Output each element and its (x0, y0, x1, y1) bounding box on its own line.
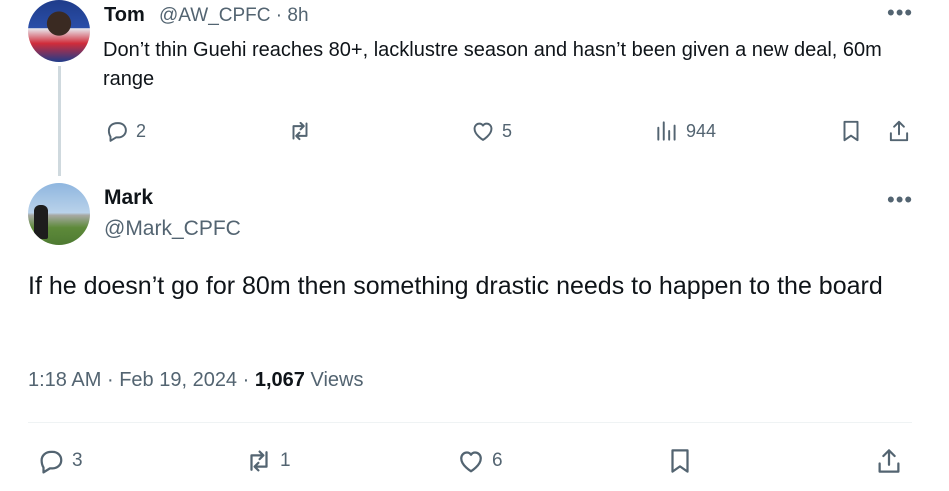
author-name[interactable]: Mark (104, 186, 153, 210)
reply-button[interactable]: 2 (104, 118, 146, 144)
more-options-button[interactable]: ••• (887, 189, 913, 211)
parent-timestamp[interactable]: 8h (287, 5, 308, 26)
divider (28, 422, 912, 423)
meta-separator: · (275, 5, 283, 26)
reply-icon (104, 118, 130, 144)
repost-icon (287, 118, 313, 144)
more-dots-icon: ••• (887, 0, 914, 25)
share-button[interactable] (886, 118, 912, 144)
heart-icon (456, 446, 486, 476)
thread-connector-line (58, 66, 61, 176)
repost-count: 1 (280, 450, 291, 471)
reply-button[interactable]: 3 (36, 446, 83, 476)
parent-author-meta: @AW_CPFC · 8h (159, 5, 309, 27)
repost-button[interactable] (287, 118, 313, 144)
tweet-time[interactable]: 1:18 AM (28, 369, 101, 391)
tweet-text: If he doesn’t go for 80m then something … (28, 272, 883, 300)
like-button[interactable]: 6 (456, 446, 503, 476)
avatar-tom[interactable] (28, 0, 90, 62)
heart-icon (470, 118, 496, 144)
bookmark-button[interactable] (665, 446, 695, 476)
views-label: Views (310, 369, 364, 391)
repost-button[interactable]: 1 (244, 446, 291, 476)
tweet-date[interactable]: Feb 19, 2024 (119, 369, 237, 391)
parent-author-name[interactable]: Tom (104, 4, 145, 27)
views-count[interactable]: 1,067 (255, 369, 305, 391)
meta-dot: · (242, 369, 250, 391)
avatar-mark[interactable] (28, 183, 90, 245)
like-button[interactable]: 5 (470, 118, 512, 144)
meta-dot: · (106, 369, 114, 391)
share-icon (874, 446, 904, 476)
more-options-button[interactable]: ••• (887, 2, 913, 24)
avatar-figure (34, 205, 48, 239)
reply-count: 3 (72, 450, 83, 471)
tweet-meta: 1:18 AM · Feb 19, 2024 · 1,067 Views (28, 369, 363, 392)
share-icon (886, 118, 912, 144)
bookmark-icon (838, 118, 864, 144)
views-chart-icon (654, 118, 680, 144)
repost-icon (244, 446, 274, 476)
views-count: 944 (686, 120, 717, 141)
like-count: 5 (502, 120, 513, 141)
views-button[interactable]: 944 (654, 118, 716, 144)
bookmark-icon (665, 446, 695, 476)
parent-author-handle[interactable]: @AW_CPFC (159, 5, 270, 26)
reply-count: 2 (136, 120, 147, 141)
bookmark-button[interactable] (838, 118, 864, 144)
reply-icon (36, 446, 66, 476)
more-dots-icon: ••• (887, 187, 914, 212)
author-handle[interactable]: @Mark_CPFC (104, 217, 241, 241)
share-button[interactable] (874, 446, 904, 476)
like-count: 6 (492, 450, 503, 471)
parent-tweet-text: Don’t thin Guehi reaches 80+, lacklustre… (103, 39, 882, 90)
